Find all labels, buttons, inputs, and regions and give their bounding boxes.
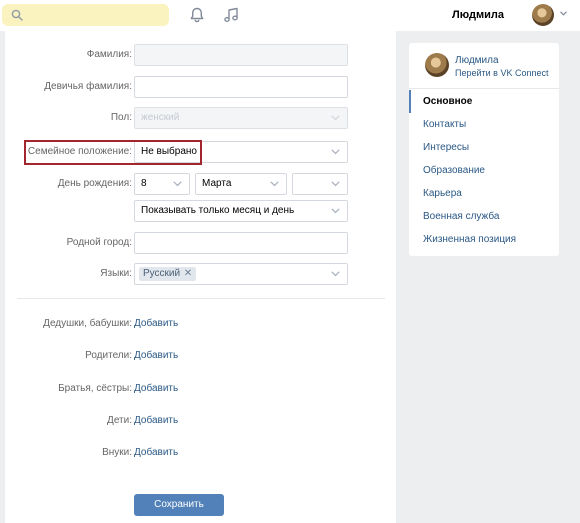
grandparents-label: Дедушки, бабушки: (43, 318, 132, 329)
sidebar-item-military[interactable]: Военная служба (409, 205, 559, 228)
settings-sidebar: Людмила Перейти в VK Connect Основное Ко… (409, 43, 559, 256)
chevron-down-icon (331, 271, 340, 277)
language-tag[interactable]: Русский ✕ (139, 267, 197, 281)
hometown-field[interactable] (134, 232, 348, 254)
sidebar-item-career[interactable]: Карьера (409, 182, 559, 205)
edit-profile-form: Фамилия: Девичья фамилия: Пол: женский С… (5, 31, 396, 523)
gender-label: Пол: (110, 112, 132, 123)
siblings-label: Братья, сёстры: (58, 383, 132, 394)
gender-select[interactable]: женский (134, 107, 348, 129)
last-name-field[interactable] (134, 44, 348, 66)
chevron-down-icon (270, 181, 279, 187)
row-birthday: День рождения: 8 Марта (5, 173, 396, 195)
add-parents-link[interactable]: Добавить (134, 345, 178, 367)
row-last-name: Фамилия: (5, 44, 396, 66)
birthday-visibility-select[interactable]: Показывать только месяц и день (134, 200, 348, 222)
top-bar: Людмила (0, 0, 580, 31)
sidebar-item-interests[interactable]: Интересы (409, 136, 559, 159)
row-maiden-name: Девичья фамилия: (5, 76, 396, 98)
bell-icon[interactable] (188, 6, 206, 24)
chevron-down-icon[interactable] (560, 11, 567, 16)
row-parents: Родители: Добавить (5, 345, 396, 367)
search-icon (11, 9, 23, 21)
remove-tag-icon[interactable]: ✕ (184, 267, 192, 281)
chevron-down-icon (331, 181, 340, 187)
marital-status-highlight (24, 140, 202, 165)
sidebar-profile-name[interactable]: Людмила (455, 55, 499, 66)
chevron-down-icon (331, 208, 340, 214)
gender-value: женский (141, 112, 180, 123)
row-languages: Языки: Русский ✕ (5, 263, 396, 285)
music-icon[interactable] (222, 6, 240, 24)
vk-connect-link[interactable]: Перейти в VK Connect (455, 68, 548, 78)
avatar[interactable] (425, 53, 449, 77)
children-label: Дети: (107, 415, 132, 426)
row-birthday-visibility: Показывать только месяц и день (5, 200, 396, 222)
sidebar-item-contacts[interactable]: Контакты (409, 113, 559, 136)
birthday-month-select[interactable]: Марта (195, 173, 287, 195)
chevron-down-icon (331, 115, 340, 121)
row-siblings: Братья, сёстры: Добавить (5, 378, 396, 400)
add-children-link[interactable]: Добавить (134, 410, 178, 432)
row-children: Дети: Добавить (5, 410, 396, 432)
divider (17, 298, 385, 299)
birthday-day-select[interactable]: 8 (134, 173, 190, 195)
grandchildren-label: Внуки: (102, 447, 132, 458)
search-input[interactable] (2, 4, 169, 26)
chevron-down-icon (173, 181, 182, 187)
chevron-down-icon (331, 149, 340, 155)
row-gender: Пол: женский (5, 107, 396, 129)
row-grandparents: Дедушки, бабушки: Добавить (5, 313, 396, 335)
parents-label: Родители: (85, 350, 132, 361)
add-grandparents-link[interactable]: Добавить (134, 313, 178, 335)
row-hometown: Родной город: (5, 232, 396, 254)
header-avatar[interactable] (532, 4, 554, 26)
sidebar-item-basic[interactable]: Основное (409, 90, 559, 113)
maiden-name-field[interactable] (134, 76, 348, 98)
add-grandchildren-link[interactable]: Добавить (134, 442, 178, 464)
languages-label: Языки: (100, 268, 132, 279)
birthday-label: День рождения: (57, 178, 132, 189)
birthday-year-select[interactable] (292, 173, 348, 195)
sidebar-item-education[interactable]: Образование (409, 159, 559, 182)
row-grandchildren: Внуки: Добавить (5, 442, 396, 464)
save-button[interactable]: Сохранить (134, 494, 224, 516)
hometown-label: Родной город: (66, 237, 132, 248)
languages-select[interactable]: Русский ✕ (134, 263, 348, 285)
header-user-name[interactable]: Людмила (452, 9, 504, 21)
sidebar-item-life-position[interactable]: Жизненная позиция (409, 228, 559, 251)
maiden-name-label: Девичья фамилия: (44, 81, 132, 92)
last-name-label: Фамилия: (86, 49, 132, 60)
add-siblings-link[interactable]: Добавить (134, 378, 178, 400)
sidebar-profile[interactable]: Людмила Перейти в VK Connect (409, 43, 559, 89)
